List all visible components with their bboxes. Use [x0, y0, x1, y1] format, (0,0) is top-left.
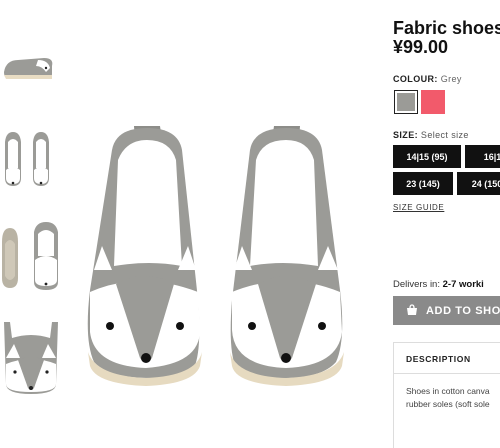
- description-line-1: Shoes in cotton canva: [406, 386, 490, 396]
- size-option-button[interactable]: 24 (150: [457, 172, 500, 195]
- thumbnail-top-pair-view[interactable]: [0, 130, 62, 192]
- description-heading[interactable]: DESCRIPTION: [394, 343, 500, 374]
- size-option-button[interactable]: 16|17: [465, 145, 500, 168]
- add-to-bag-button[interactable]: ADD TO SHO: [393, 296, 500, 325]
- thumbnail-side-view[interactable]: [0, 42, 62, 94]
- add-to-bag-label: ADD TO SHO: [426, 304, 500, 317]
- grey-swatch-fill: [397, 93, 415, 111]
- thumbnail-gallery: [0, 0, 62, 448]
- description-line-2: rubber soles (soft sole: [406, 399, 490, 409]
- size-option-button[interactable]: 14|15 (95): [393, 145, 461, 168]
- product-price: ¥99.00: [393, 37, 449, 57]
- main-product-image: [70, 0, 378, 448]
- product-info-panel: Fabric shoes ¥99.00 COLOUR: Grey SIZE: S…: [385, 0, 500, 448]
- size-label-row: SIZE: Select size: [393, 130, 469, 140]
- right-shoe-illustration: [230, 126, 344, 386]
- colour-label-row: COLOUR: Grey: [393, 74, 462, 84]
- description-text: Shoes in cotton canva rubber soles (soft…: [406, 385, 490, 411]
- size-label: SIZE:: [393, 130, 419, 140]
- colour-label: COLOUR:: [393, 74, 438, 84]
- product-title: Fabric shoes: [393, 18, 500, 38]
- thumbnail-front-view[interactable]: [0, 314, 62, 396]
- delivery-value: 2-7 worki: [442, 279, 484, 290]
- description-box: DESCRIPTION Shoes in cotton canva rubber…: [393, 342, 500, 448]
- delivery-info: Delivers in: 2-7 worki: [393, 279, 484, 290]
- thumbnail-sole-and-side-view[interactable]: [0, 220, 62, 292]
- size-option-button[interactable]: 23 (145): [393, 172, 453, 195]
- colour-swatch-grey[interactable]: [394, 90, 418, 114]
- colour-swatch-pink[interactable]: [421, 90, 445, 114]
- colour-selected-value: Grey: [440, 74, 462, 84]
- size-prompt: Select size: [420, 130, 469, 140]
- size-guide-link[interactable]: SIZE GUIDE: [393, 203, 444, 212]
- shopping-bag-icon: [406, 303, 418, 316]
- delivery-label: Delivers in:: [393, 279, 440, 290]
- left-shoe-illustration: [87, 126, 202, 386]
